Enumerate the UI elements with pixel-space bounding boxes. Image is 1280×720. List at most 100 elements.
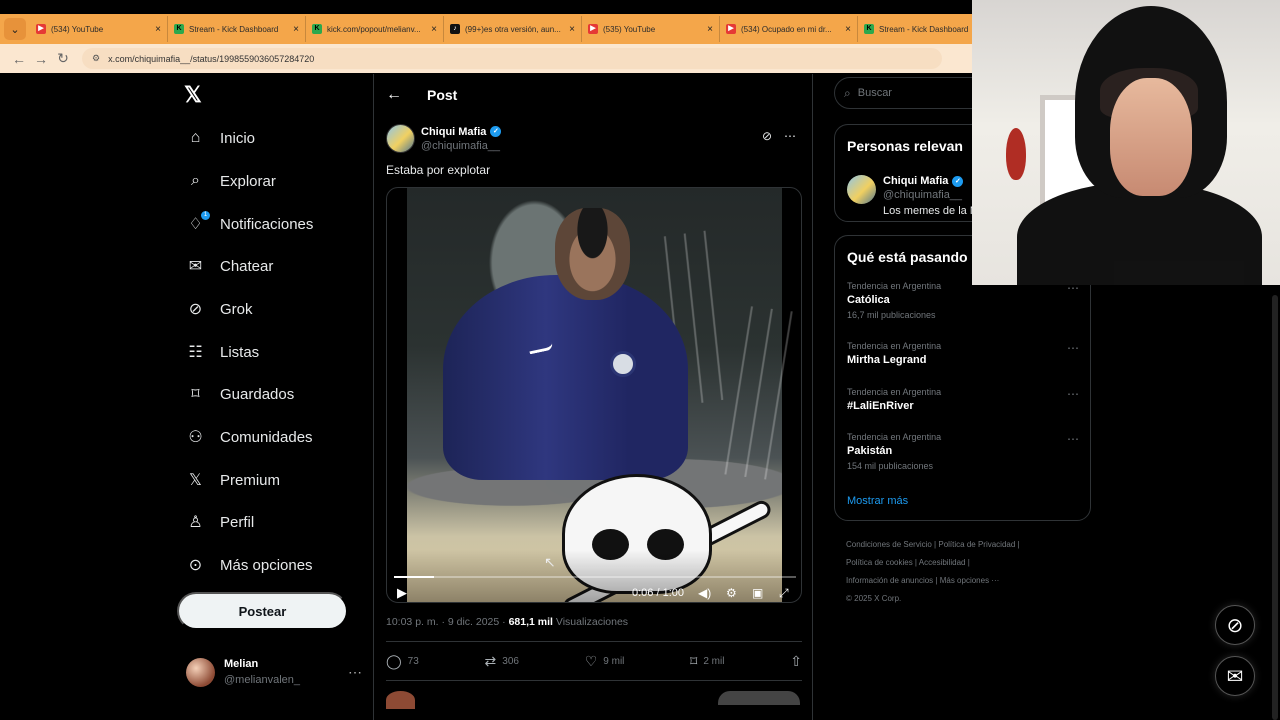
- post-button[interactable]: Postear: [177, 592, 348, 630]
- x-logo[interactable]: 𝕏: [184, 82, 202, 108]
- close-icon[interactable]: ×: [569, 24, 575, 35]
- nav-listas[interactable]: ☷ Listas: [186, 334, 259, 370]
- back-icon[interactable]: ←: [8, 51, 30, 67]
- browser-tab[interactable]: ▶ (534) Ocupado en mi dr... ×: [720, 16, 858, 42]
- url-input[interactable]: ⚙ x.com/chiquimafia__/status/199855903605…: [82, 48, 942, 69]
- repost-button[interactable]: ⇄ 306: [485, 653, 519, 670]
- grok-floating-button[interactable]: ⊘: [1215, 605, 1255, 645]
- author-handle[interactable]: @chiquimafia__: [421, 140, 501, 152]
- close-icon[interactable]: ×: [707, 24, 713, 35]
- trend-item[interactable]: Tendencia en Argentina #LaliEnRiver ⋯: [847, 387, 1079, 412]
- chevron-down-icon[interactable]: ⌄: [4, 18, 26, 40]
- video-subject-head: [555, 208, 630, 300]
- scrollbar[interactable]: [1270, 285, 1280, 720]
- video-progress[interactable]: [394, 576, 796, 578]
- reply-count: 73: [407, 655, 419, 667]
- crest-icon: [610, 351, 636, 377]
- notification-badge: 1: [201, 211, 210, 220]
- settings-icon[interactable]: ⚙: [726, 586, 737, 600]
- footer-link[interactable]: Información de anuncios: [846, 576, 933, 585]
- show-more-link[interactable]: Mostrar más: [847, 495, 908, 507]
- trend-name: Pakistán: [847, 445, 893, 457]
- more-icon[interactable]: ⋯: [348, 664, 362, 681]
- reload-icon[interactable]: ↻: [52, 50, 74, 67]
- more-icon[interactable]: ⋯: [1067, 387, 1079, 401]
- post-timestamp[interactable]: 10:03 p. m. · 9 dic. 2025 ·: [386, 616, 506, 628]
- trend-item[interactable]: Tendencia en Argentina Católica 16,7 mil p…: [847, 281, 1079, 320]
- volume-icon[interactable]: ◀): [698, 586, 711, 600]
- more-icon[interactable]: ⋯: [784, 129, 796, 143]
- footer-link[interactable]: Accesibilidad: [919, 558, 966, 567]
- nav-label: Inicio: [220, 129, 256, 147]
- author-avatar[interactable]: [386, 124, 415, 153]
- footer-link[interactable]: Política de Privacidad: [938, 540, 1015, 549]
- author-name[interactable]: Chiqui Mafia: [421, 126, 486, 138]
- browser-tab[interactable]: ▶ (534) YouTube ×: [30, 16, 168, 42]
- nav-mas-opciones[interactable]: ⊙ Más opciones: [186, 547, 313, 583]
- view-count: 681,1 mil: [508, 616, 553, 628]
- scrollbar-thumb[interactable]: [1272, 295, 1278, 720]
- messages-floating-button[interactable]: ✉: [1215, 656, 1255, 696]
- nav-premium[interactable]: 𝕏 Premium: [186, 462, 280, 498]
- reply-button[interactable]: ◯ 73: [386, 653, 419, 670]
- youtube-icon: ▶: [588, 24, 598, 34]
- nav-explorar[interactable]: ⌕ Explorar: [186, 163, 276, 199]
- footer-link[interactable]: Más opciones ···: [940, 576, 1000, 585]
- left-navigation: 𝕏 ⌂ Inicio ⌕ Explorar ♢ 1 Notificaciones ✉ Ch…: [170, 74, 370, 720]
- back-icon[interactable]: ←: [386, 86, 404, 104]
- bookmark-button[interactable]: ⌑ 2 mil: [690, 653, 724, 670]
- nav-label: Comunidades: [220, 428, 313, 446]
- nav-label: Perfil: [220, 513, 255, 531]
- more-icon[interactable]: ⋯: [1067, 341, 1079, 355]
- browser-tab[interactable]: ▶ (535) YouTube ×: [582, 16, 720, 42]
- relevant-people-title: Personas relevan: [847, 138, 963, 154]
- video-frame[interactable]: ↖: [407, 188, 782, 602]
- search-icon: ⌕: [844, 85, 851, 100]
- browser-tab[interactable]: ♪ (99+)es otra versión, aun... ×: [444, 16, 582, 42]
- grok-icon[interactable]: ⊘: [762, 129, 772, 143]
- trend-item[interactable]: Tendencia en Argentina Mirtha Legrand ⋯: [847, 341, 1079, 366]
- more-icon: ⊙: [188, 557, 203, 574]
- forward-icon[interactable]: →: [30, 51, 52, 67]
- close-icon[interactable]: ×: [293, 24, 299, 35]
- nav-comunidades[interactable]: ⚇ Comunidades: [186, 419, 313, 455]
- footer-link[interactable]: Condiciones de Servicio: [846, 540, 932, 549]
- x-icon: 𝕏: [189, 472, 202, 489]
- url-text: x.com/chiquimafia__/status/1998559036057…: [108, 53, 315, 64]
- video-time: 0:06 / 1:00: [632, 587, 684, 599]
- post-actions: ◯ 73 ⇄ 306 ♡ 9 mil ⌑ 2 mil ⇧: [386, 641, 802, 681]
- more-icon[interactable]: ⋯: [1067, 432, 1079, 446]
- account-switcher[interactable]: Melian @melianvalen_ ⋯: [186, 654, 362, 690]
- video-player[interactable]: ↖ ▶ 0:06 / 1:00 ◀) ⚙ ▣ ⤢: [386, 187, 802, 603]
- close-icon[interactable]: ×: [155, 24, 161, 35]
- relevant-person[interactable]: Chiqui Mafia ✓ @chiquimafia__ Los memes de …: [847, 175, 979, 217]
- nav-grok[interactable]: ⊘ Grok: [186, 291, 253, 327]
- close-icon[interactable]: ×: [845, 24, 851, 35]
- close-icon[interactable]: ×: [431, 24, 437, 35]
- tab-title: (534) Ocupado en mi dr...: [741, 24, 832, 34]
- play-icon[interactable]: ▶: [397, 585, 407, 601]
- site-settings-icon[interactable]: ⚙: [92, 53, 100, 64]
- nav-inicio[interactable]: ⌂ Inicio: [186, 120, 255, 156]
- reply-button-placeholder[interactable]: [718, 691, 800, 705]
- trend-count: 154 mil publicaciones: [847, 461, 934, 471]
- picture-in-picture-icon[interactable]: ▣: [752, 586, 763, 600]
- nav-perfil[interactable]: ♙ Perfil: [186, 504, 254, 540]
- trend-item[interactable]: Tendencia en Argentina Pakistán 154 mil pu…: [847, 432, 1079, 471]
- nav-notificaciones[interactable]: ♢ 1 Notificaciones: [186, 206, 313, 242]
- like-button[interactable]: ♡ 9 mil: [585, 653, 625, 670]
- browser-tab[interactable]: Kkick.com/popout/melianv... ×: [306, 16, 444, 42]
- browser-tab[interactable]: K Stream - Kick Dashboard ×: [168, 16, 306, 42]
- nav-chatear[interactable]: ✉ Chatear: [186, 248, 274, 284]
- person-bio: Los memes de la M: [883, 205, 979, 217]
- verified-icon: ✓: [490, 126, 502, 137]
- views-label: Visualizaciones: [555, 616, 629, 628]
- footer-link[interactable]: Política de cookies: [846, 558, 913, 567]
- trend-count: 16,7 mil publicaciones: [847, 310, 936, 320]
- repost-icon: ⇄: [484, 652, 497, 669]
- fullscreen-icon[interactable]: ⤢: [779, 586, 789, 601]
- streamer: [1017, 6, 1262, 285]
- share-button[interactable]: ⇧: [790, 653, 802, 670]
- nav-guardados[interactable]: ⌑ Guardados: [186, 376, 294, 412]
- reply-icon: ◯: [386, 652, 402, 669]
